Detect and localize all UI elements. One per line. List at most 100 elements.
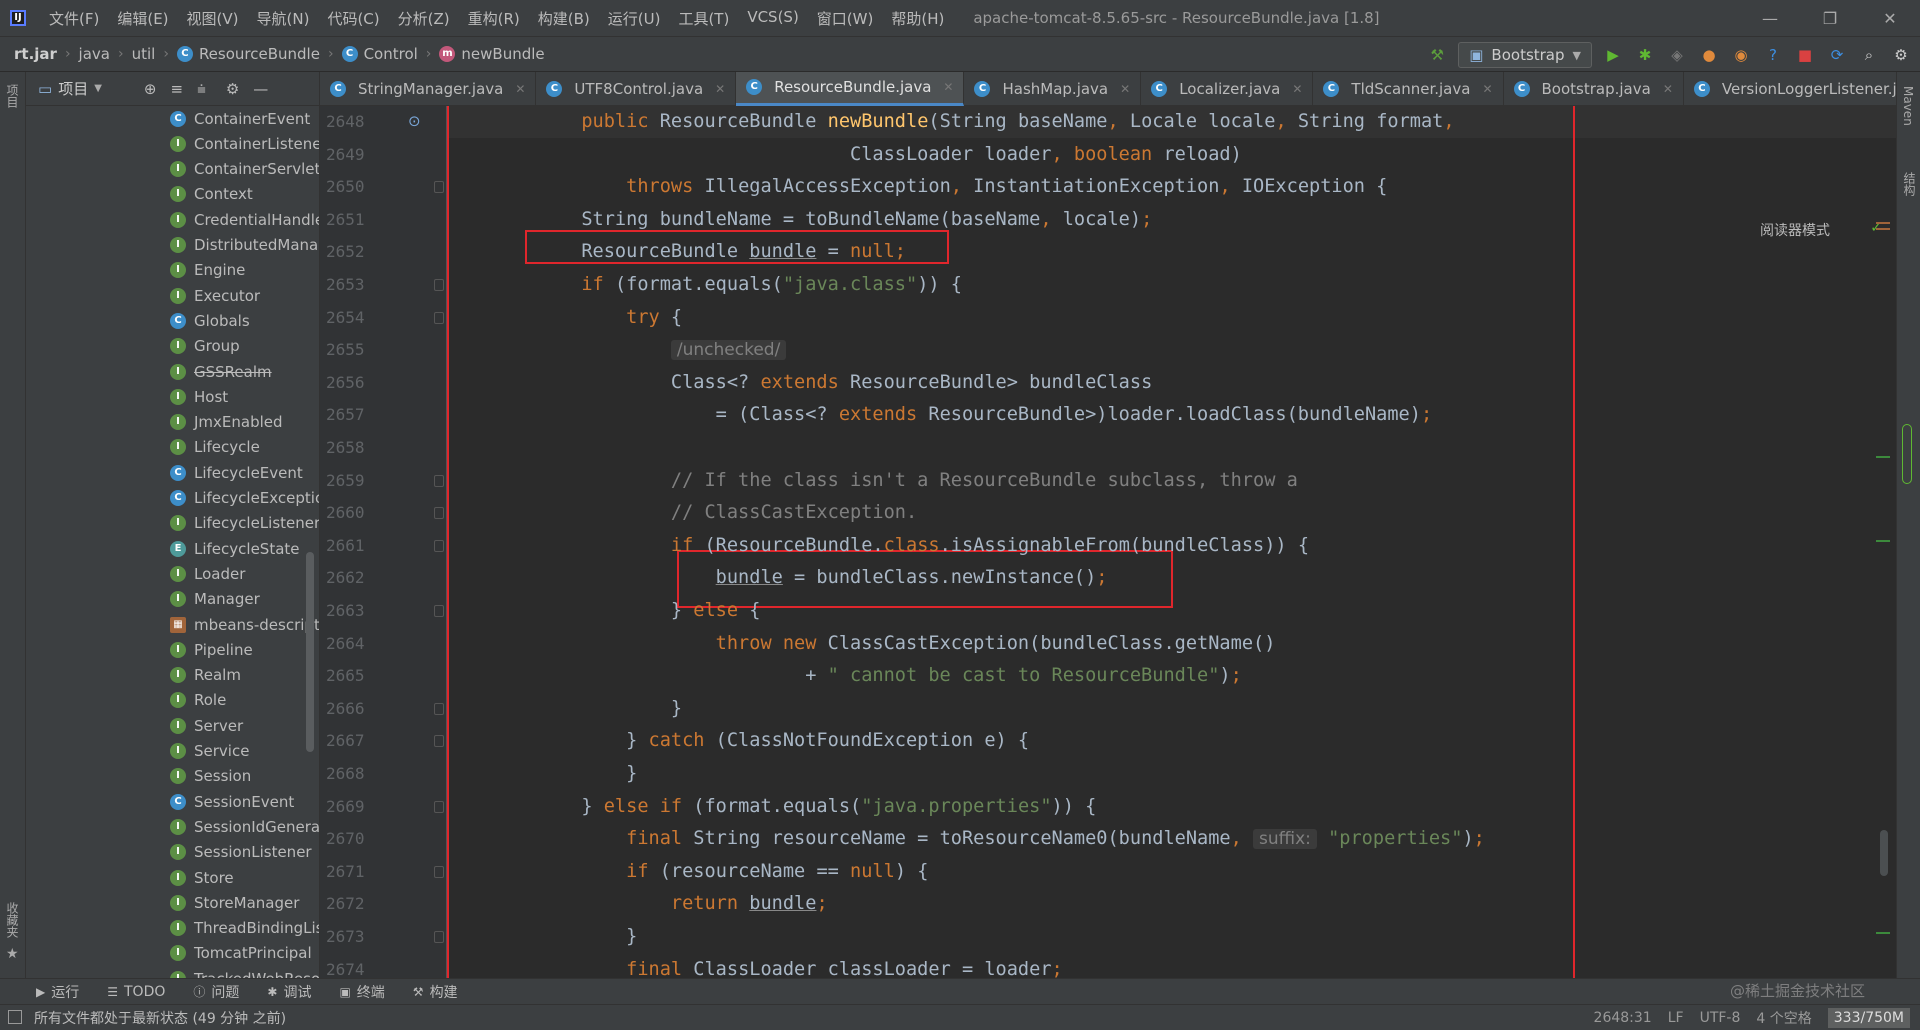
bottom-tool-button[interactable]: ▣ 终端 (339, 982, 384, 1002)
tree-item[interactable]: I Loader (26, 561, 319, 586)
fold-icon[interactable] (434, 931, 444, 943)
minimize-button[interactable]: — (1740, 0, 1800, 36)
coverage-icon[interactable]: ◈ (1666, 44, 1688, 66)
project-tool-button[interactable]: 项目 (4, 84, 21, 108)
expand-all-icon[interactable]: ≡ (170, 80, 183, 98)
tree-item[interactable]: I Manager (26, 587, 319, 612)
attach-icon[interactable]: ◉ (1730, 44, 1752, 66)
run-configuration-select[interactable]: ▣ Bootstrap ▼ (1458, 42, 1592, 68)
locate-icon[interactable]: ⊕ (144, 80, 157, 98)
tree-item[interactable]: I LifecycleListener (26, 511, 319, 536)
settings-gear-icon[interactable]: ⚙ (1890, 44, 1912, 66)
bottom-tool-button[interactable]: ⚒ 构建 (413, 982, 458, 1002)
breadcrumb-item-resourcebundle[interactable]: C ResourceBundle (176, 45, 320, 63)
menu-item[interactable]: 导航(N) (248, 8, 319, 29)
menu-item[interactable]: 代码(C) (318, 8, 388, 29)
build-hammer-icon[interactable]: ⚒ (1426, 44, 1448, 66)
tree-item[interactable]: I TomcatPrincipal (26, 941, 319, 966)
line-separator[interactable]: LF (1668, 1010, 1684, 1026)
tree-item[interactable]: I DistributedManager (26, 233, 319, 258)
tree-item[interactable]: I Lifecycle (26, 435, 319, 460)
tree-item[interactable]: I Session (26, 764, 319, 789)
editor-tab[interactable]: CVersionLoggerListener.java✕ (1684, 72, 1920, 106)
fold-icon[interactable] (434, 474, 444, 487)
tree-item[interactable]: I Engine (26, 258, 319, 283)
breadcrumb-item-rtjar[interactable]: rt.jar (14, 45, 57, 63)
status-toggle-icon[interactable] (8, 1010, 22, 1024)
tree-item[interactable]: I JmxEnabled (26, 410, 319, 435)
editor-tab[interactable]: C ResourceBundle.java ✕ (736, 71, 965, 106)
fold-icon[interactable] (434, 279, 444, 291)
menu-item[interactable]: 分析(Z) (389, 8, 459, 29)
help-icon[interactable]: ? (1762, 44, 1784, 66)
fold-icon[interactable] (434, 181, 444, 194)
editor-tab[interactable]: C Localizer.java ✕ (1141, 71, 1314, 106)
close-tab-icon[interactable]: ✕ (515, 82, 525, 96)
menu-item[interactable]: 工具(T) (669, 8, 738, 29)
fold-icon[interactable] (434, 311, 444, 324)
close-button[interactable]: ✕ (1860, 0, 1920, 36)
code-editor[interactable]: 阅读器模式 ✓ public ResourceBundle newBundle(… (447, 106, 1896, 978)
collapse-all-icon[interactable]: ⩧ (197, 80, 206, 98)
close-tab-icon[interactable]: ✕ (715, 82, 725, 96)
fold-icon[interactable] (434, 800, 444, 813)
tree-item[interactable]: I Realm (26, 663, 319, 688)
tree-item[interactable]: I Context (26, 182, 319, 207)
run-icon[interactable]: ▶ (1602, 44, 1624, 66)
breadcrumb-item-java[interactable]: java (79, 45, 110, 63)
reader-mode-button[interactable]: 阅读器模式 (1760, 220, 1830, 240)
implements-marker-icon[interactable]: ⊙ (408, 112, 421, 130)
star-icon[interactable]: ★ (6, 946, 19, 962)
close-tab-icon[interactable]: ✕ (1663, 82, 1673, 96)
close-tab-icon[interactable]: ✕ (1120, 82, 1130, 96)
project-scrollbar[interactable] (306, 552, 314, 752)
caret-position[interactable]: 2648:31 (1594, 1010, 1652, 1026)
breadcrumb-item-control[interactable]: C Control (341, 45, 418, 63)
debug-icon[interactable]: ✱ (1634, 44, 1656, 66)
tree-item[interactable]: I Server (26, 713, 319, 738)
tree-item[interactable]: I SessionListener (26, 840, 319, 865)
restore-button[interactable]: ❐ (1800, 0, 1860, 36)
menu-item[interactable]: 窗口(W) (808, 8, 883, 29)
tree-item[interactable]: I Role (26, 688, 319, 713)
favorites-tool-button[interactable]: 收藏夹 (4, 902, 21, 938)
fold-icon[interactable] (434, 702, 444, 715)
editor-tab[interactable]: C Bootstrap.java ✕ (1504, 71, 1684, 106)
fold-icon[interactable] (434, 605, 444, 617)
gear-icon[interactable]: ⚙ (226, 80, 239, 98)
file-encoding[interactable]: UTF-8 (1700, 1010, 1741, 1026)
profile-icon[interactable]: ● (1698, 44, 1720, 66)
menu-item[interactable]: 文件(F) (40, 8, 108, 29)
tree-item[interactable]: C LifecycleEvent (26, 460, 319, 485)
tree-item[interactable]: I Group (26, 334, 319, 359)
tree-item[interactable]: I Pipeline (26, 637, 319, 662)
tree-item[interactable]: I Store (26, 865, 319, 890)
menu-item[interactable]: 编辑(E) (108, 8, 177, 29)
editor-tab[interactable]: C TldScanner.java ✕ (1313, 71, 1504, 106)
tree-item[interactable]: ▦ mbeans-descriptors (26, 612, 319, 637)
bottom-tool-button[interactable]: ✱ 调试 (267, 982, 311, 1002)
editor-scrollbar[interactable] (1880, 830, 1888, 876)
close-tab-icon[interactable]: ✕ (1482, 82, 1492, 96)
memory-indicator[interactable]: 333/750M (1827, 1008, 1910, 1028)
indent-setting[interactable]: 4 个空格 (1756, 1008, 1811, 1028)
menu-item[interactable]: 运行(U) (599, 8, 670, 29)
scroll-thumb[interactable] (1902, 424, 1912, 484)
bottom-tool-button[interactable]: ☰ TODO (107, 984, 165, 1000)
search-icon[interactable]: ⌕ (1858, 44, 1880, 66)
fold-icon[interactable] (434, 539, 444, 552)
menu-item[interactable]: 重构(R) (459, 8, 529, 29)
tree-item[interactable]: I GSSRealm (26, 359, 319, 384)
tree-item[interactable]: C LifecycleException (26, 486, 319, 511)
tree-item[interactable]: E LifecycleState (26, 536, 319, 561)
hide-icon[interactable]: — (253, 80, 268, 98)
tree-item[interactable]: I TrackedWebResource (26, 966, 319, 978)
maven-tool-button[interactable]: Maven (1901, 86, 1915, 126)
update-icon[interactable]: ⟳ (1826, 44, 1848, 66)
menu-item[interactable]: VCS(S) (738, 8, 807, 29)
editor-tab[interactable]: C UTF8Control.java ✕ (536, 71, 737, 106)
tree-item[interactable]: C SessionEvent (26, 789, 319, 814)
close-tab-icon[interactable]: ✕ (1292, 82, 1302, 96)
tree-item[interactable]: I Executor (26, 283, 319, 308)
editor-tab[interactable]: C HashMap.java ✕ (964, 71, 1142, 106)
